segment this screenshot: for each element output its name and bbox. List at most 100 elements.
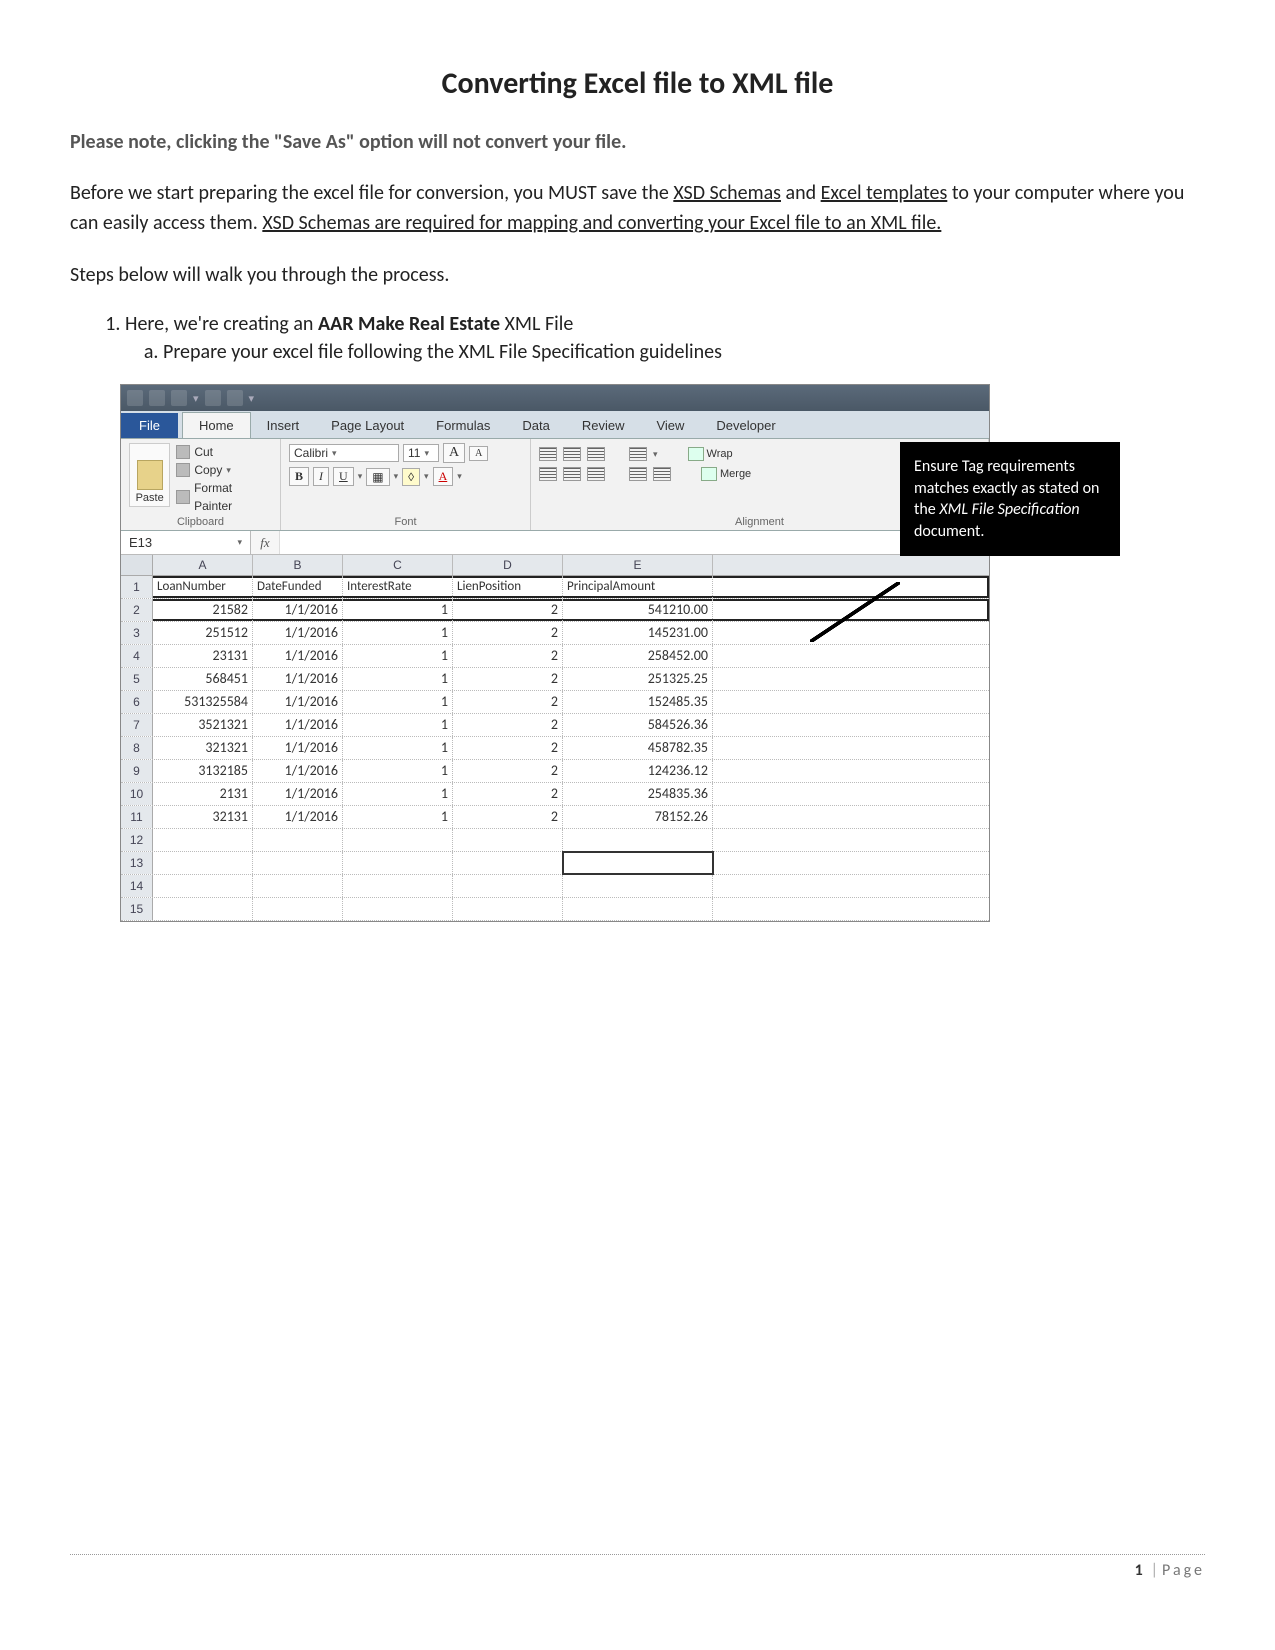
cell[interactable] bbox=[453, 875, 563, 897]
cell[interactable]: 1/1/2016 bbox=[253, 668, 343, 690]
tab-home[interactable]: Home bbox=[182, 412, 251, 438]
cell[interactable]: 1 bbox=[343, 806, 453, 828]
font-size-select[interactable]: 11▾ bbox=[403, 444, 439, 462]
cell[interactable]: 2 bbox=[453, 622, 563, 644]
grow-font-button[interactable]: A bbox=[443, 443, 465, 463]
col-header-e[interactable]: E bbox=[563, 555, 713, 575]
select-all-corner[interactable] bbox=[121, 555, 153, 575]
cell[interactable] bbox=[343, 898, 453, 920]
cell[interactable] bbox=[153, 852, 253, 874]
row-header[interactable]: 3 bbox=[121, 622, 153, 644]
cell[interactable]: 1 bbox=[343, 599, 453, 621]
link-xsd-schemas[interactable]: XSD Schemas bbox=[673, 181, 781, 205]
cell[interactable]: DateFunded bbox=[253, 576, 343, 598]
cell[interactable] bbox=[153, 898, 253, 920]
row-header[interactable]: 5 bbox=[121, 668, 153, 690]
row-header[interactable]: 13 bbox=[121, 852, 153, 874]
font-color-button[interactable]: A bbox=[433, 467, 454, 486]
cell[interactable] bbox=[453, 852, 563, 874]
tab-file[interactable]: File bbox=[121, 413, 178, 438]
cell[interactable]: 254835.36 bbox=[563, 783, 713, 805]
cell[interactable] bbox=[563, 898, 713, 920]
shrink-font-button[interactable]: A bbox=[469, 446, 488, 461]
merge-button[interactable]: Merge bbox=[701, 467, 751, 481]
row-header[interactable]: 2 bbox=[121, 599, 153, 621]
copy-button[interactable]: Copy▾ bbox=[176, 461, 272, 479]
cell[interactable]: 3521321 bbox=[153, 714, 253, 736]
cell[interactable]: 531325584 bbox=[153, 691, 253, 713]
cell[interactable]: 2 bbox=[453, 806, 563, 828]
tab-developer[interactable]: Developer bbox=[700, 413, 791, 438]
cell[interactable]: 1 bbox=[343, 783, 453, 805]
bold-button[interactable]: B bbox=[289, 467, 309, 486]
border-button[interactable]: ▦ bbox=[366, 468, 389, 486]
font-name-select[interactable]: Calibri▾ bbox=[289, 444, 399, 462]
row-header[interactable]: 7 bbox=[121, 714, 153, 736]
col-header-d[interactable]: D bbox=[453, 555, 563, 575]
row-header[interactable]: 14 bbox=[121, 875, 153, 897]
cell[interactable]: 1/1/2016 bbox=[253, 806, 343, 828]
cell[interactable]: 1/1/2016 bbox=[253, 760, 343, 782]
cell[interactable] bbox=[453, 829, 563, 851]
cell[interactable]: 584526.36 bbox=[563, 714, 713, 736]
cut-button[interactable]: Cut bbox=[176, 443, 272, 461]
cell[interactable] bbox=[453, 898, 563, 920]
row-header[interactable]: 15 bbox=[121, 898, 153, 920]
cell[interactable]: 1 bbox=[343, 737, 453, 759]
row-header[interactable]: 1 bbox=[121, 576, 153, 598]
orientation-icon[interactable] bbox=[629, 447, 647, 461]
cell[interactable]: 251325.25 bbox=[563, 668, 713, 690]
italic-button[interactable]: I bbox=[313, 467, 329, 486]
row-header[interactable]: 10 bbox=[121, 783, 153, 805]
cell[interactable] bbox=[563, 875, 713, 897]
col-header-b[interactable]: B bbox=[253, 555, 343, 575]
cell[interactable]: 1/1/2016 bbox=[253, 783, 343, 805]
row-header[interactable]: 9 bbox=[121, 760, 153, 782]
row-header[interactable]: 11 bbox=[121, 806, 153, 828]
tab-insert[interactable]: Insert bbox=[251, 413, 316, 438]
cell[interactable]: LienPosition bbox=[453, 576, 563, 598]
cell[interactable] bbox=[563, 829, 713, 851]
align-bottom-icon[interactable] bbox=[587, 447, 605, 461]
cell[interactable]: 1 bbox=[343, 645, 453, 667]
cell[interactable]: 1/1/2016 bbox=[253, 599, 343, 621]
cell[interactable]: 1 bbox=[343, 691, 453, 713]
link-excel-templates[interactable]: Excel templates bbox=[821, 181, 948, 205]
cell[interactable]: 1 bbox=[343, 714, 453, 736]
row-header[interactable]: 4 bbox=[121, 645, 153, 667]
tab-view[interactable]: View bbox=[640, 413, 700, 438]
cell[interactable]: 1/1/2016 bbox=[253, 737, 343, 759]
paste-button[interactable]: Paste bbox=[129, 443, 170, 507]
align-right-icon[interactable] bbox=[587, 467, 605, 481]
name-box[interactable]: E13 ▾ bbox=[121, 531, 251, 554]
align-top-icon[interactable] bbox=[539, 447, 557, 461]
fx-icon[interactable]: fx bbox=[251, 535, 279, 551]
align-center-icon[interactable] bbox=[563, 467, 581, 481]
cell[interactable]: 2 bbox=[453, 668, 563, 690]
cell[interactable]: 458782.35 bbox=[563, 737, 713, 759]
redo-icon[interactable] bbox=[205, 390, 221, 406]
qat-custom[interactable]: ▾ bbox=[249, 392, 255, 405]
row-header[interactable]: 8 bbox=[121, 737, 153, 759]
cell[interactable]: 152485.35 bbox=[563, 691, 713, 713]
cell[interactable]: 1 bbox=[343, 760, 453, 782]
cell[interactable]: 2131 bbox=[153, 783, 253, 805]
underline-button[interactable]: U bbox=[333, 467, 354, 486]
cell[interactable]: 1/1/2016 bbox=[253, 622, 343, 644]
tab-formulas[interactable]: Formulas bbox=[420, 413, 506, 438]
cell[interactable]: LoanNumber bbox=[153, 576, 253, 598]
cell[interactable] bbox=[153, 829, 253, 851]
cell[interactable]: 23131 bbox=[153, 645, 253, 667]
cell[interactable]: 1 bbox=[343, 622, 453, 644]
save-icon[interactable] bbox=[149, 390, 165, 406]
cell[interactable]: 124236.12 bbox=[563, 760, 713, 782]
cell[interactable]: 145231.00 bbox=[563, 622, 713, 644]
decrease-indent-icon[interactable] bbox=[629, 467, 647, 481]
cell[interactable]: 2 bbox=[453, 783, 563, 805]
tab-page-layout[interactable]: Page Layout bbox=[315, 413, 420, 438]
cell[interactable]: PrincipalAmount bbox=[563, 576, 713, 598]
align-middle-icon[interactable] bbox=[563, 447, 581, 461]
align-left-icon[interactable] bbox=[539, 467, 557, 481]
cell[interactable]: 78152.26 bbox=[563, 806, 713, 828]
cell[interactable]: 32131 bbox=[153, 806, 253, 828]
